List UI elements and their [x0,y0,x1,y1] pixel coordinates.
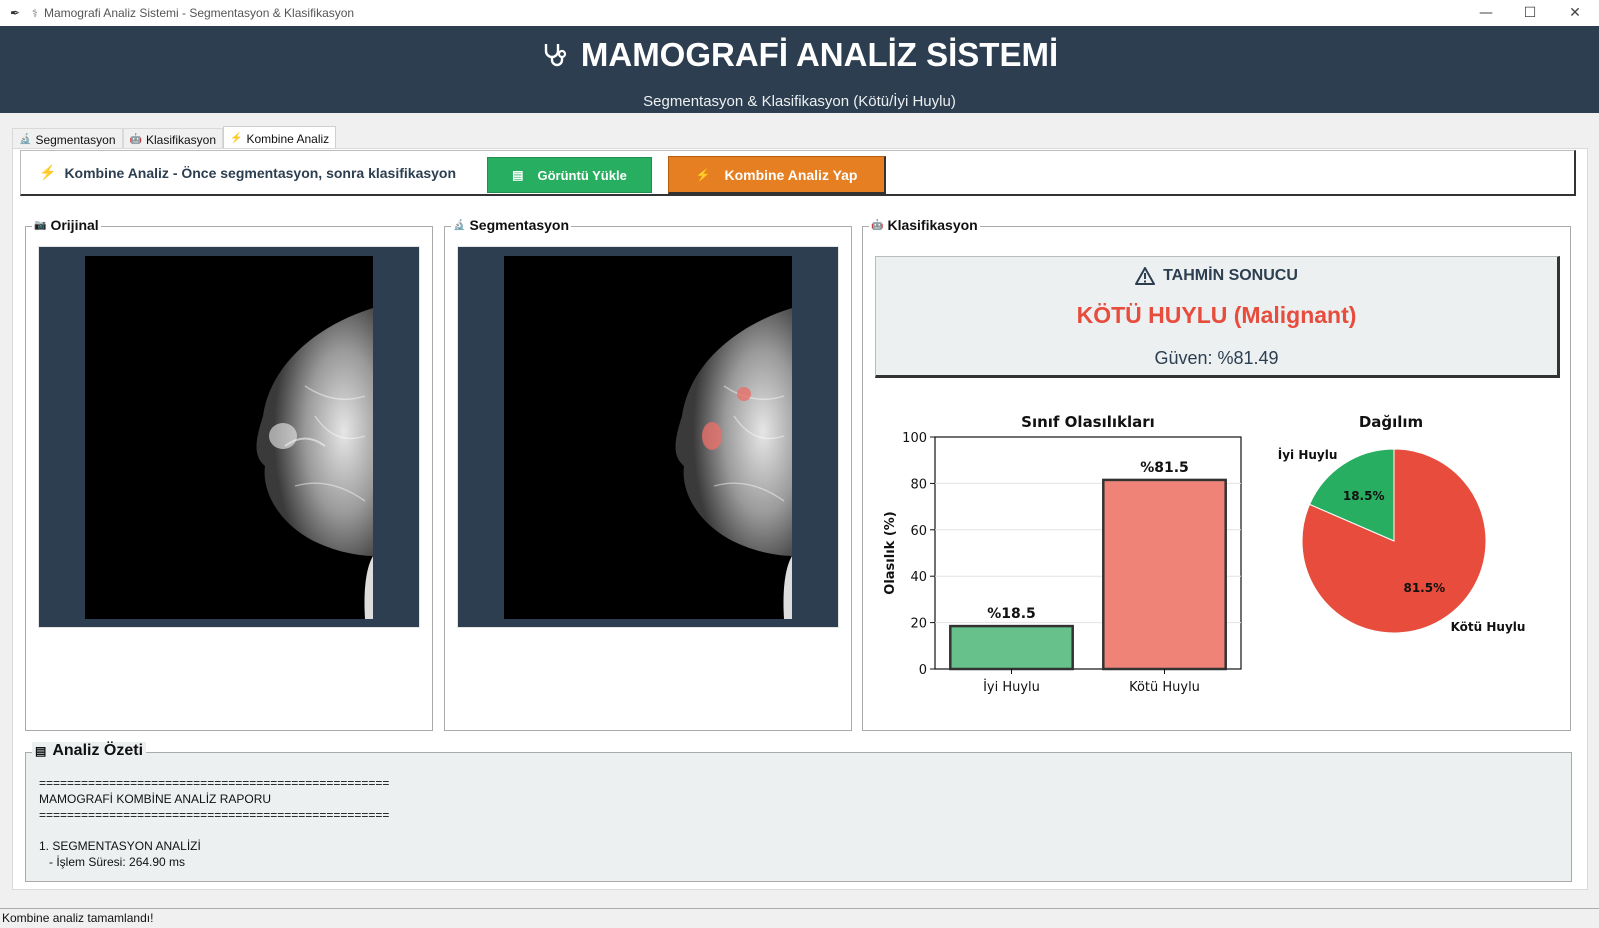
bar-data-label: %81.5 [1140,460,1189,476]
original-image-view [38,246,420,628]
summary-title: ▤ Analiz Özeti [32,742,147,760]
robot-icon: 🤖 [129,134,142,145]
tab-segmentasyon[interactable]: 🔬 Segmentasyon [12,128,123,150]
pie-label: Kötü Huylu [1451,620,1526,634]
app-header: MAMOGRAFİ ANALİZ SİSTEMİ Segmentasyon & … [0,26,1599,113]
app-title: MAMOGRAFİ ANALİZ SİSTEMİ [580,36,1059,73]
robot-icon: 🤖 [871,219,884,231]
pie-label: İyi Huylu [1278,447,1338,462]
tab-label: Segmentasyon [35,132,116,147]
pie-pct-label: 81.5% [1403,581,1445,595]
x-tick-label: Kötü Huylu [1129,680,1200,695]
pie-chart-title: Dağılım [1359,413,1423,431]
summary-title-text: Analiz Özeti [52,742,144,759]
window-title: Mamografi Analiz Sistemi - Segmentasyon … [43,6,355,20]
tab-klasifikasyon[interactable]: 🤖 Klasifikasyon [122,128,223,150]
bar-chart: Sınıf Olasılıkları %18.5 %81.5 0 20 40 60 80 1… [883,413,1242,695]
original-frame-title: 📷 Orijinal [32,217,101,233]
window-titlebar: ✒ ⚕ Mamografi Analiz Sistemi - Segmentas… [0,0,1599,26]
segmentation-image-view [457,246,839,628]
summary-line: 1. SEGMENTASYON ANALİZİ [39,839,201,853]
segmentation-frame-title: 🔬 Segmentasyon [451,217,572,233]
y-tick-label: 60 [910,524,927,539]
status-bar: Kombine analiz tamamlandı! [0,908,1599,928]
lightning-icon: ⚡ [39,164,57,180]
summary-line: ========================================… [39,776,390,790]
tab-kombine-analiz[interactable]: ⚡ Kombine Analiz [223,126,337,150]
summary-line: MAMOGRAFİ KOMBİNE ANALİZ RAPORU [39,792,272,806]
segmented-mammogram [504,256,792,619]
pie-chart: Dağılım 18.5% İyi Huylu 81.5% Kötü Huylu [1278,413,1526,634]
y-tick-label: 80 [910,477,927,492]
analysis-summary: ▤ Analiz Özeti =========================… [25,742,1572,882]
segmentation-frame-label: Segmentasyon [469,217,570,233]
x-tick-label: İyi Huylu [983,679,1040,695]
tab-label: Klasifikasyon [145,132,216,147]
stethoscope-icon: ⚕ [32,6,38,20]
image-icon: ▤ [512,168,524,182]
app-subtitle: Segmentasyon & Klasifikasyon (Kötü/İyi H… [643,93,956,110]
original-frame-label: Orijinal [50,217,99,233]
toolbar-label: ⚡ Kombine Analiz - Önce segmentasyon, so… [39,164,456,181]
prediction-value: KÖTÜ HUYLU (Malignant) [1076,302,1357,328]
prediction-title: TAHMİN SONUCU [876,267,1557,285]
toolbar-label-text: Kombine Analiz - Önce segmentasyon, sonr… [64,164,457,181]
prediction-title-text: TAHMİN SONUCU [1163,267,1298,284]
breast-tissue-image [675,308,792,619]
bar [949,624,1074,671]
lightning-icon: ⚡ [230,133,243,144]
load-image-label: Görüntü Yükle [537,167,627,183]
y-tick-label: 100 [902,431,927,446]
summary-line: ========================================… [39,808,390,822]
bar-chart-title: Sınıf Olasılıkları [1021,413,1155,431]
breast-tissue-image [256,308,373,619]
clipboard-icon: ▤ [35,744,47,758]
lightning-icon: ⚡ [695,167,711,182]
prediction-confidence: Güven: %81.49 [1154,348,1279,368]
load-image-button[interactable]: ▤ Görüntü Yükle [487,157,652,193]
bar-chart-ylabel: Olasılık (%) [883,511,898,594]
y-tick-label: 0 [919,663,927,678]
classification-frame-label: Klasifikasyon [887,217,978,233]
microscope-icon: 🔬 [453,219,466,231]
microscope-icon: 🔬 [19,134,32,145]
prediction-result-box: TAHMİN SONUCU KÖTÜ HUYLU (Malignant) Güv… [875,256,1560,378]
feather-icon: ✒ [10,6,21,20]
camera-icon: 📷 [34,219,47,231]
stethoscope-icon [544,44,566,67]
classification-frame-title: 🤖 Klasifikasyon [869,217,980,233]
original-mammogram [85,256,373,619]
minimize-button[interactable]: — [1463,0,1509,26]
y-tick-label: 40 [910,570,927,585]
bar [1102,478,1227,671]
close-button[interactable]: ✕ [1552,0,1598,26]
lesion-mask [737,387,751,401]
tab-bar: 🔬 Segmentasyon 🤖 Klasifikasyon ⚡ Kombine… [12,126,337,150]
combined-analyze-button[interactable]: ⚡ Kombine Analiz Yap [668,156,886,194]
app-title-row: MAMOGRAFİ ANALİZ SİSTEMİ [0,36,1599,74]
bar-data-label: %18.5 [987,606,1036,622]
lesion-mask [702,422,722,450]
classification-charts: Sınıf Olasılıkları %18.5 %81.5 0 20 40 60 80 1… [883,413,1526,695]
y-tick-label: 20 [910,617,927,632]
tab-label: Kombine Analiz [246,131,330,146]
combined-analyze-label: Kombine Analiz Yap [724,166,858,183]
maximize-button[interactable]: ☐ [1507,0,1553,26]
warning-icon [1135,267,1156,285]
pie-pct-label: 18.5% [1343,489,1385,503]
summary-line: - İşlem Süresi: 264.90 ms [39,855,186,869]
